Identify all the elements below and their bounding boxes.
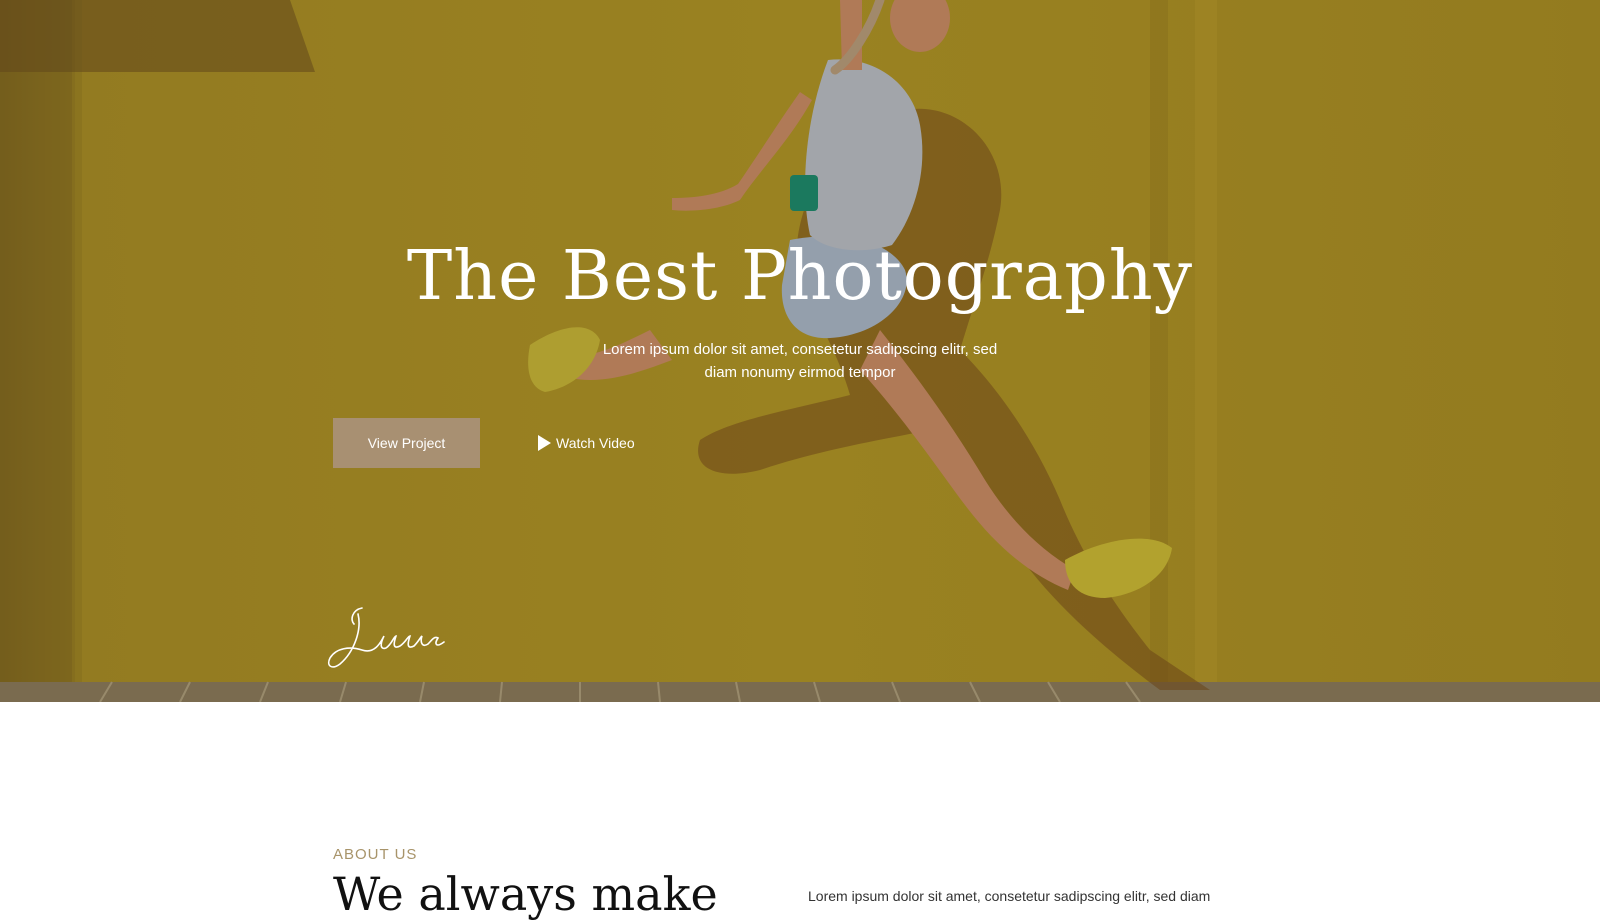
view-project-button[interactable]: View Project <box>333 418 480 468</box>
watch-video-button[interactable]: Watch Video <box>538 432 635 454</box>
play-icon <box>538 435 551 451</box>
about-section-label: ABOUT US <box>333 846 418 863</box>
signature-logo <box>327 607 445 668</box>
hero-subtitle: Lorem ipsum dolor sit amet, consetetur s… <box>602 341 998 381</box>
view-project-label: View Project <box>367 435 446 451</box>
watch-video-label: Watch Video <box>556 435 635 451</box>
about-paragraph: Lorem ipsum dolor sit amet, consetetur s… <box>808 888 1211 904</box>
about-heading: We always make <box>333 867 718 921</box>
hero-section: The Best Photography Lorem ipsum dolor s… <box>0 0 1600 702</box>
hero-title: The Best Photography <box>406 237 1194 316</box>
